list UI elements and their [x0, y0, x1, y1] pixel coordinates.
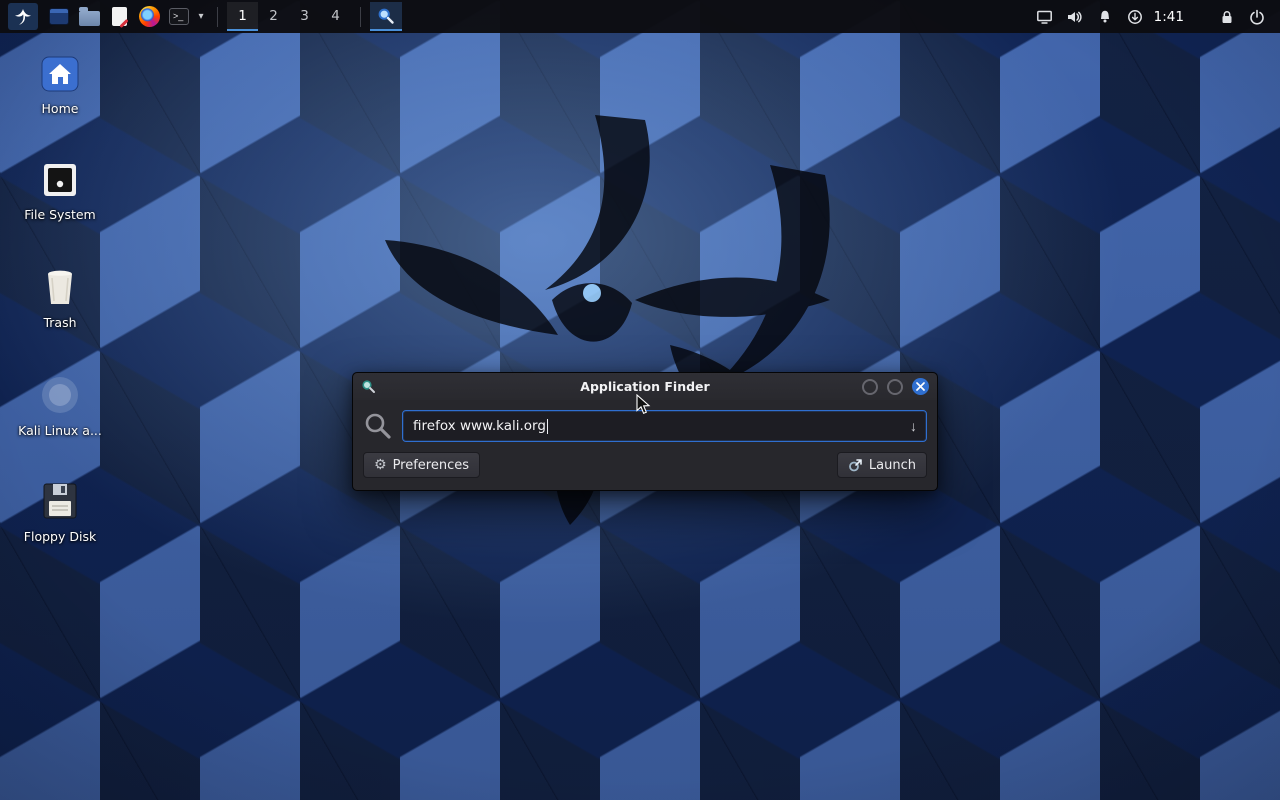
panel-left-section: >_ ▾ 1 2 3 4	[8, 0, 402, 33]
volume-tray-icon[interactable]	[1060, 3, 1090, 30]
display-tray-icon[interactable]	[1030, 3, 1060, 30]
launcher-terminal[interactable]: >_	[164, 3, 194, 30]
file-system-icon	[39, 160, 81, 200]
workspace-button-3[interactable]: 3	[289, 2, 320, 31]
text-cursor	[547, 419, 548, 434]
application-finder-window: Application Finder firefox www.kali.org …	[352, 372, 938, 491]
launcher-file-manager[interactable]	[44, 3, 74, 30]
power-logout-icon[interactable]	[1242, 3, 1272, 30]
launch-icon	[848, 458, 863, 473]
search-input[interactable]: firefox www.kali.org ↓	[402, 410, 927, 442]
close-button[interactable]	[912, 378, 929, 395]
maximize-button[interactable]	[887, 379, 903, 395]
desktop-icon-label: Home	[42, 101, 79, 116]
kali-logo-icon	[13, 7, 33, 27]
notifications-bell-icon[interactable]	[1090, 3, 1120, 30]
panel-separator	[217, 7, 218, 27]
lock-screen-icon[interactable]	[1212, 3, 1242, 30]
window-search-icon	[361, 379, 376, 394]
gear-icon: ⚙	[374, 458, 387, 472]
history-dropdown-icon[interactable]: ↓	[910, 418, 917, 434]
desktop-icon-kali-installer[interactable]: Kali Linux a...	[8, 374, 112, 438]
window-title: Application Finder	[353, 379, 937, 394]
desktop-icon-file-system[interactable]: File System	[8, 160, 112, 222]
trash-icon	[39, 266, 81, 308]
workspace-button-2[interactable]: 2	[258, 2, 289, 31]
search-input-value: firefox www.kali.org	[413, 418, 546, 434]
preferences-button-label: Preferences	[393, 458, 469, 473]
panel-separator	[360, 7, 361, 27]
folder-icon	[79, 11, 100, 26]
desktop-icon-label: Floppy Disk	[24, 529, 96, 544]
kali-installer-icon	[39, 374, 81, 416]
kali-menu-button[interactable]	[8, 3, 38, 30]
workspace-button-4[interactable]: 4	[320, 2, 351, 31]
desktop-icon-label: File System	[24, 207, 96, 222]
launch-button[interactable]: Launch	[837, 452, 927, 478]
home-icon	[39, 54, 81, 94]
close-icon	[916, 382, 925, 391]
search-icon	[377, 7, 395, 25]
search-glass-icon	[363, 411, 393, 441]
kali-desktop: { "colors": { "accent": "#2f6fd0", "acti…	[0, 0, 1280, 800]
desktop-icon-home[interactable]: Home	[8, 54, 112, 116]
network-icon[interactable]	[1120, 3, 1150, 30]
desktop-icon-label: Trash	[43, 315, 76, 330]
launcher-folder[interactable]	[74, 3, 104, 30]
desktop-icon-floppy-disk[interactable]: Floppy Disk	[8, 480, 112, 544]
workspace-button-1[interactable]: 1	[227, 2, 258, 31]
preferences-button[interactable]: ⚙ Preferences	[363, 452, 480, 478]
text-editor-icon	[112, 7, 127, 26]
minimize-button[interactable]	[862, 379, 878, 395]
taskbar-application-finder-button[interactable]	[370, 2, 402, 31]
clock[interactable]: 1:41	[1154, 9, 1184, 25]
desktop-icon-label: Kali Linux a...	[18, 423, 102, 438]
terminal-icon: >_	[169, 8, 189, 25]
mouse-cursor	[636, 394, 651, 415]
panel-right-section: 1:41	[1030, 0, 1272, 33]
firefox-icon	[139, 6, 160, 27]
top-panel: >_ ▾ 1 2 3 4	[0, 0, 1280, 33]
launcher-firefox[interactable]	[134, 3, 164, 30]
floppy-disk-icon	[39, 480, 81, 522]
desktop-icon-trash[interactable]: Trash	[8, 266, 112, 330]
file-manager-icon	[49, 8, 69, 25]
terminal-dropdown-chevron-icon[interactable]: ▾	[194, 3, 208, 30]
launch-button-label: Launch	[869, 458, 916, 473]
launcher-text-editor[interactable]	[104, 3, 134, 30]
